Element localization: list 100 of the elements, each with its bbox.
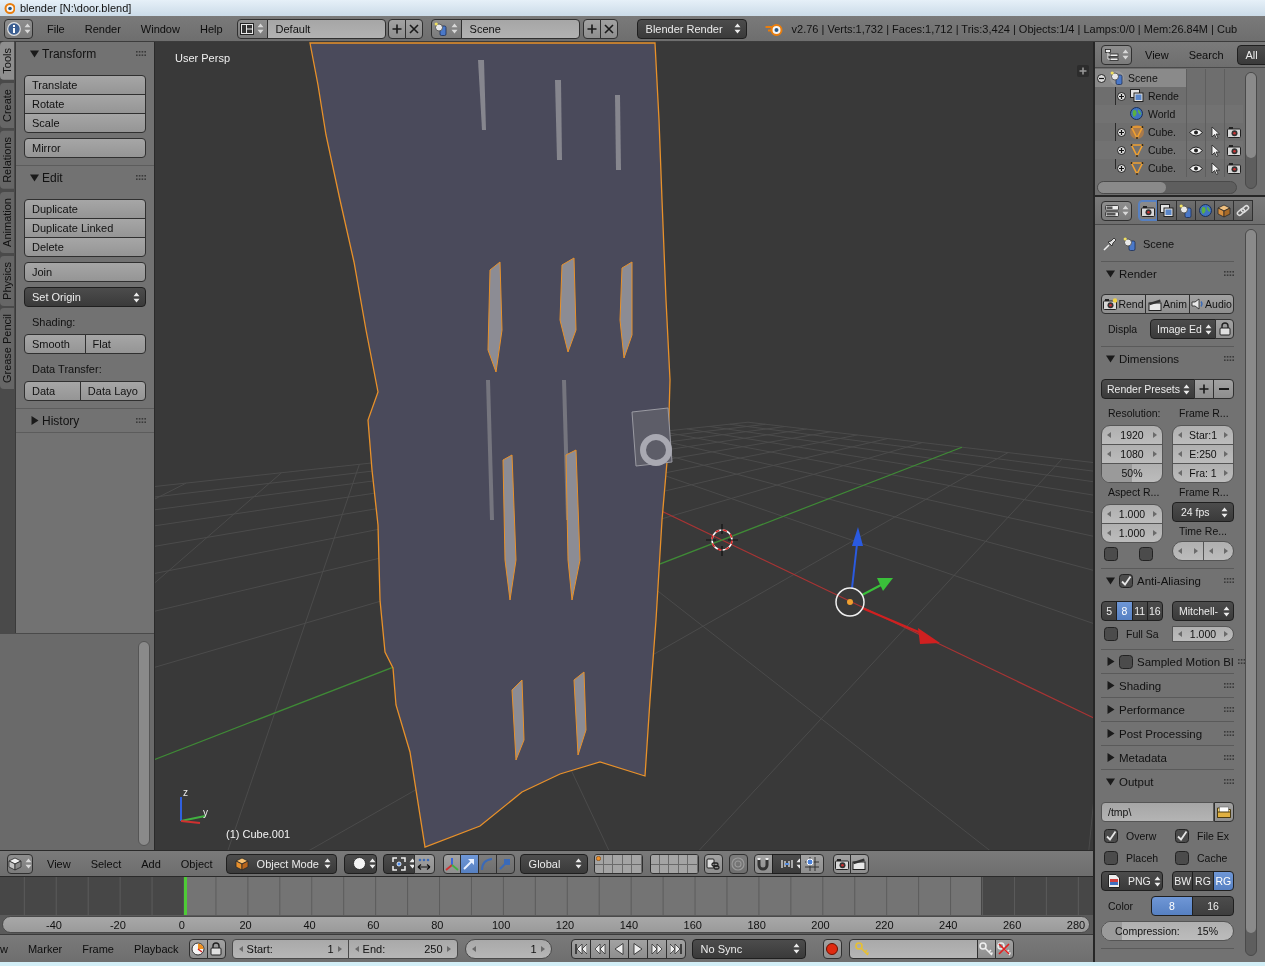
menu-item[interactable]: Marker bbox=[17, 940, 73, 957]
color-mode-button[interactable]: RG bbox=[1192, 871, 1214, 891]
number-field[interactable]: 1.000 bbox=[1172, 626, 1234, 642]
menu-item[interactable]: w bbox=[0, 940, 18, 957]
panel-title[interactable]: Post Processing bbox=[1119, 727, 1203, 740]
number-field[interactable]: 1920 bbox=[1101, 425, 1163, 445]
render-animation-button[interactable] bbox=[849, 853, 869, 874]
checkbox[interactable] bbox=[1119, 654, 1133, 669]
render-action-button[interactable]: Audio bbox=[1189, 294, 1234, 314]
scrollbar-thumb[interactable] bbox=[1098, 182, 1166, 193]
menu-item[interactable]: Select bbox=[80, 855, 132, 872]
transform-gizmo-drawing[interactable] bbox=[835, 527, 940, 644]
scrollbar-track[interactable] bbox=[1245, 229, 1257, 956]
lock-button[interactable] bbox=[1215, 319, 1234, 339]
panel-title[interactable]: Sampled Motion Bl bbox=[1137, 655, 1234, 668]
delete-scene-button[interactable] bbox=[599, 18, 618, 39]
slider-field[interactable]: Compression: 15% bbox=[1101, 921, 1234, 941]
disclosure-triangle-icon[interactable] bbox=[1106, 681, 1115, 690]
presets-dropdown[interactable]: Render Presets bbox=[1101, 379, 1195, 399]
insert-keyframe-button[interactable] bbox=[976, 938, 996, 959]
properties-tab[interactable] bbox=[1157, 200, 1177, 221]
sample-count-button[interactable]: 8 bbox=[1116, 601, 1133, 621]
current-frame-field[interactable]: 1 bbox=[464, 938, 552, 959]
manipulator-button[interactable] bbox=[459, 853, 479, 874]
jump-end-button[interactable] bbox=[665, 938, 686, 959]
editor-type-button[interactable] bbox=[1101, 200, 1132, 221]
panel-title[interactable]: Render bbox=[1119, 267, 1157, 280]
layer-button[interactable] bbox=[688, 854, 698, 865]
manipulator-toggle-button[interactable] bbox=[442, 853, 461, 874]
snap-button[interactable] bbox=[753, 853, 773, 874]
set-origin-dropdown[interactable]: Set Origin bbox=[24, 287, 146, 307]
properties-tab[interactable] bbox=[1138, 200, 1158, 221]
add-scene-button[interactable] bbox=[582, 18, 601, 39]
add-layout-button[interactable] bbox=[387, 18, 406, 39]
disclosure-triangle-icon[interactable] bbox=[1106, 657, 1115, 666]
number-field[interactable]: 1.000 bbox=[1101, 504, 1163, 524]
record-button[interactable] bbox=[822, 938, 842, 959]
tool-button[interactable]: Join bbox=[24, 262, 146, 282]
disclosure-triangle-icon[interactable] bbox=[1106, 753, 1115, 762]
number-field[interactable]: 1.000 bbox=[1101, 523, 1163, 543]
menu-item[interactable]: Window bbox=[130, 20, 190, 37]
tool-button[interactable]: Flat bbox=[84, 334, 146, 354]
outliner-item[interactable]: Rende bbox=[1095, 87, 1186, 105]
tool-button[interactable]: Scale bbox=[24, 113, 146, 133]
sync-dropdown[interactable]: No Sync bbox=[691, 938, 806, 959]
editor-type-button[interactable] bbox=[4, 18, 33, 39]
checkbox[interactable] bbox=[1119, 573, 1133, 588]
panel-title[interactable]: Transform bbox=[42, 46, 133, 61]
play-reverse-button[interactable] bbox=[608, 938, 629, 959]
layer-button[interactable] bbox=[678, 854, 689, 865]
editor-type-button[interactable] bbox=[7, 853, 33, 874]
end-frame-field[interactable]: End: 250 bbox=[347, 938, 458, 959]
sidebar-tab[interactable]: Tools bbox=[0, 42, 14, 80]
remove-preset-button[interactable] bbox=[1213, 379, 1234, 399]
layer-button[interactable] bbox=[632, 854, 642, 865]
menu-item[interactable]: Frame bbox=[72, 940, 124, 957]
expander-icon[interactable] bbox=[1097, 73, 1106, 83]
keying-set-field[interactable] bbox=[848, 938, 978, 959]
checkbox[interactable] bbox=[1104, 851, 1118, 865]
checkbox[interactable] bbox=[1104, 627, 1118, 641]
menu-item[interactable]: File bbox=[37, 20, 75, 37]
scrollbar-track[interactable] bbox=[1097, 181, 1237, 194]
render-engine-dropdown[interactable]: Blender Render bbox=[636, 18, 747, 39]
keying-button[interactable] bbox=[188, 938, 208, 959]
expander-icon[interactable] bbox=[1117, 163, 1126, 173]
panel-title[interactable]: Shading bbox=[1119, 679, 1162, 692]
panel-title[interactable]: Edit bbox=[42, 170, 133, 185]
color-depth-button[interactable]: 16 bbox=[1192, 896, 1234, 916]
disclosure-triangle-icon[interactable] bbox=[1106, 777, 1115, 786]
tool-button[interactable]: Data Layo bbox=[79, 381, 146, 401]
sample-count-button[interactable]: 5 bbox=[1101, 601, 1118, 621]
panel-title[interactable]: Output bbox=[1119, 775, 1154, 788]
pivot-dropdown[interactable] bbox=[382, 853, 415, 874]
checkbox[interactable] bbox=[1175, 851, 1189, 865]
layer-button[interactable] bbox=[669, 854, 679, 865]
menu-item[interactable]: Search bbox=[1178, 46, 1234, 63]
add-preset-button[interactable] bbox=[1194, 379, 1214, 399]
jump-start-button[interactable] bbox=[570, 938, 591, 959]
scrollbar-track[interactable] bbox=[1245, 72, 1257, 189]
snap-target-button[interactable] bbox=[799, 853, 824, 874]
color-mode-button[interactable]: BW bbox=[1172, 871, 1194, 891]
orientation-dropdown[interactable]: Global bbox=[519, 853, 588, 874]
tool-button[interactable]: Data bbox=[24, 381, 81, 401]
editor-type-button[interactable] bbox=[1101, 44, 1132, 65]
layer-button[interactable] bbox=[650, 854, 660, 865]
disclosure-triangle-icon[interactable] bbox=[1106, 729, 1115, 738]
door-model-drawing[interactable] bbox=[309, 42, 673, 848]
lock-layers-button[interactable] bbox=[703, 853, 723, 874]
tool-button[interactable]: Smooth bbox=[24, 334, 86, 354]
layer-button[interactable] bbox=[650, 864, 660, 873]
checkbox[interactable] bbox=[1139, 547, 1153, 561]
render-still-button[interactable] bbox=[832, 853, 851, 874]
layer-button[interactable] bbox=[660, 854, 670, 865]
menu-item[interactable]: View bbox=[1135, 46, 1179, 63]
disclosure-triangle-icon[interactable] bbox=[1106, 269, 1115, 278]
play-button[interactable] bbox=[627, 938, 648, 959]
properties-tab[interactable] bbox=[1176, 200, 1196, 221]
previous-keyframe-button[interactable] bbox=[589, 938, 610, 959]
tool-button[interactable]: Duplicate Linked bbox=[24, 218, 146, 238]
cursor-crosshair-icon[interactable] bbox=[705, 523, 739, 557]
